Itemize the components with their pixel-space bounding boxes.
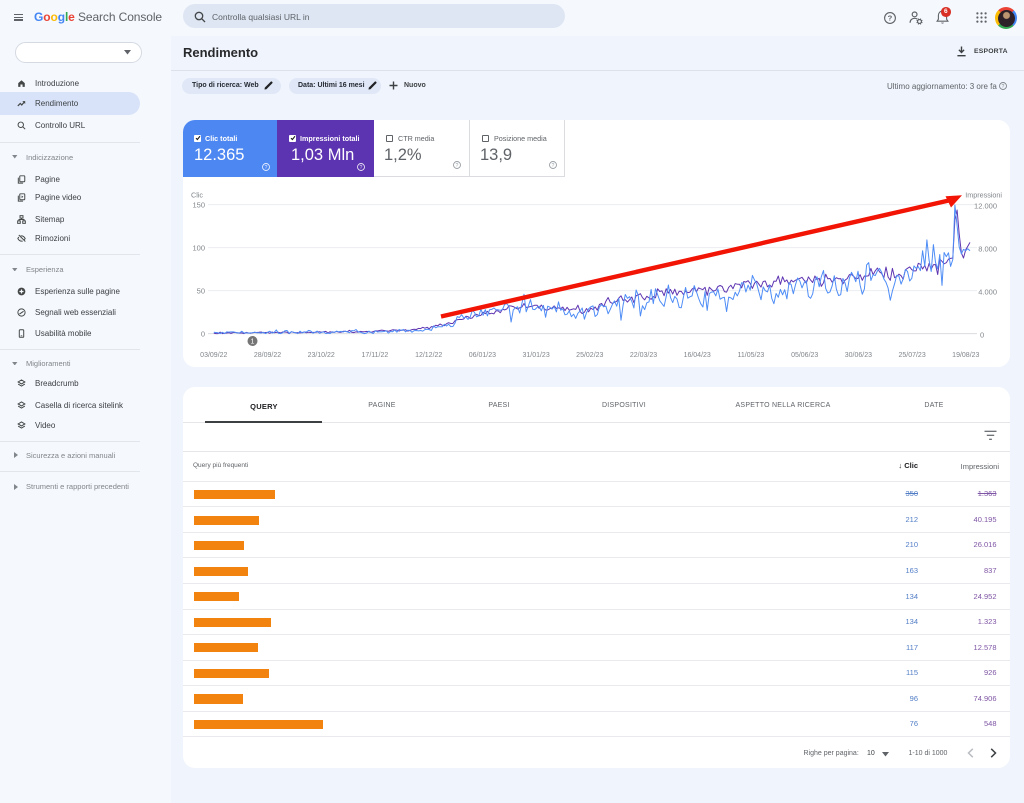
svg-text:4.000: 4.000 <box>978 287 997 296</box>
svg-text:12.000: 12.000 <box>974 201 997 210</box>
svg-text:0: 0 <box>201 329 205 338</box>
svg-text:11/05/23: 11/05/23 <box>738 352 765 359</box>
svg-text:03/09/22: 03/09/22 <box>200 352 227 359</box>
svg-text:16/04/23: 16/04/23 <box>684 352 711 359</box>
svg-text:19/08/23: 19/08/23 <box>952 352 979 359</box>
svg-text:22/03/23: 22/03/23 <box>630 352 657 359</box>
svg-text:31/01/23: 31/01/23 <box>522 352 549 359</box>
svg-text:06/01/23: 06/01/23 <box>469 352 496 359</box>
svg-text:Clic: Clic <box>191 191 203 200</box>
svg-text:100: 100 <box>192 243 205 252</box>
svg-text:150: 150 <box>192 200 205 209</box>
svg-text:12/12/22: 12/12/22 <box>415 352 442 359</box>
svg-text:0: 0 <box>980 330 984 339</box>
svg-text:50: 50 <box>197 286 205 295</box>
svg-text:?: ? <box>1002 84 1005 90</box>
svg-text:17/11/22: 17/11/22 <box>362 352 389 359</box>
svg-text:05/06/23: 05/06/23 <box>791 352 818 359</box>
svg-text:8.000: 8.000 <box>978 244 997 253</box>
svg-text:1: 1 <box>251 339 255 346</box>
svg-text:25/07/23: 25/07/23 <box>898 352 925 359</box>
svg-text:23/10/22: 23/10/22 <box>308 352 335 359</box>
svg-text:25/02/23: 25/02/23 <box>576 352 603 359</box>
svg-text:?: ? <box>888 14 893 23</box>
svg-text:30/06/23: 30/06/23 <box>845 352 872 359</box>
svg-text:Impressioni: Impressioni <box>965 191 1002 200</box>
svg-text:28/09/22: 28/09/22 <box>254 352 281 359</box>
